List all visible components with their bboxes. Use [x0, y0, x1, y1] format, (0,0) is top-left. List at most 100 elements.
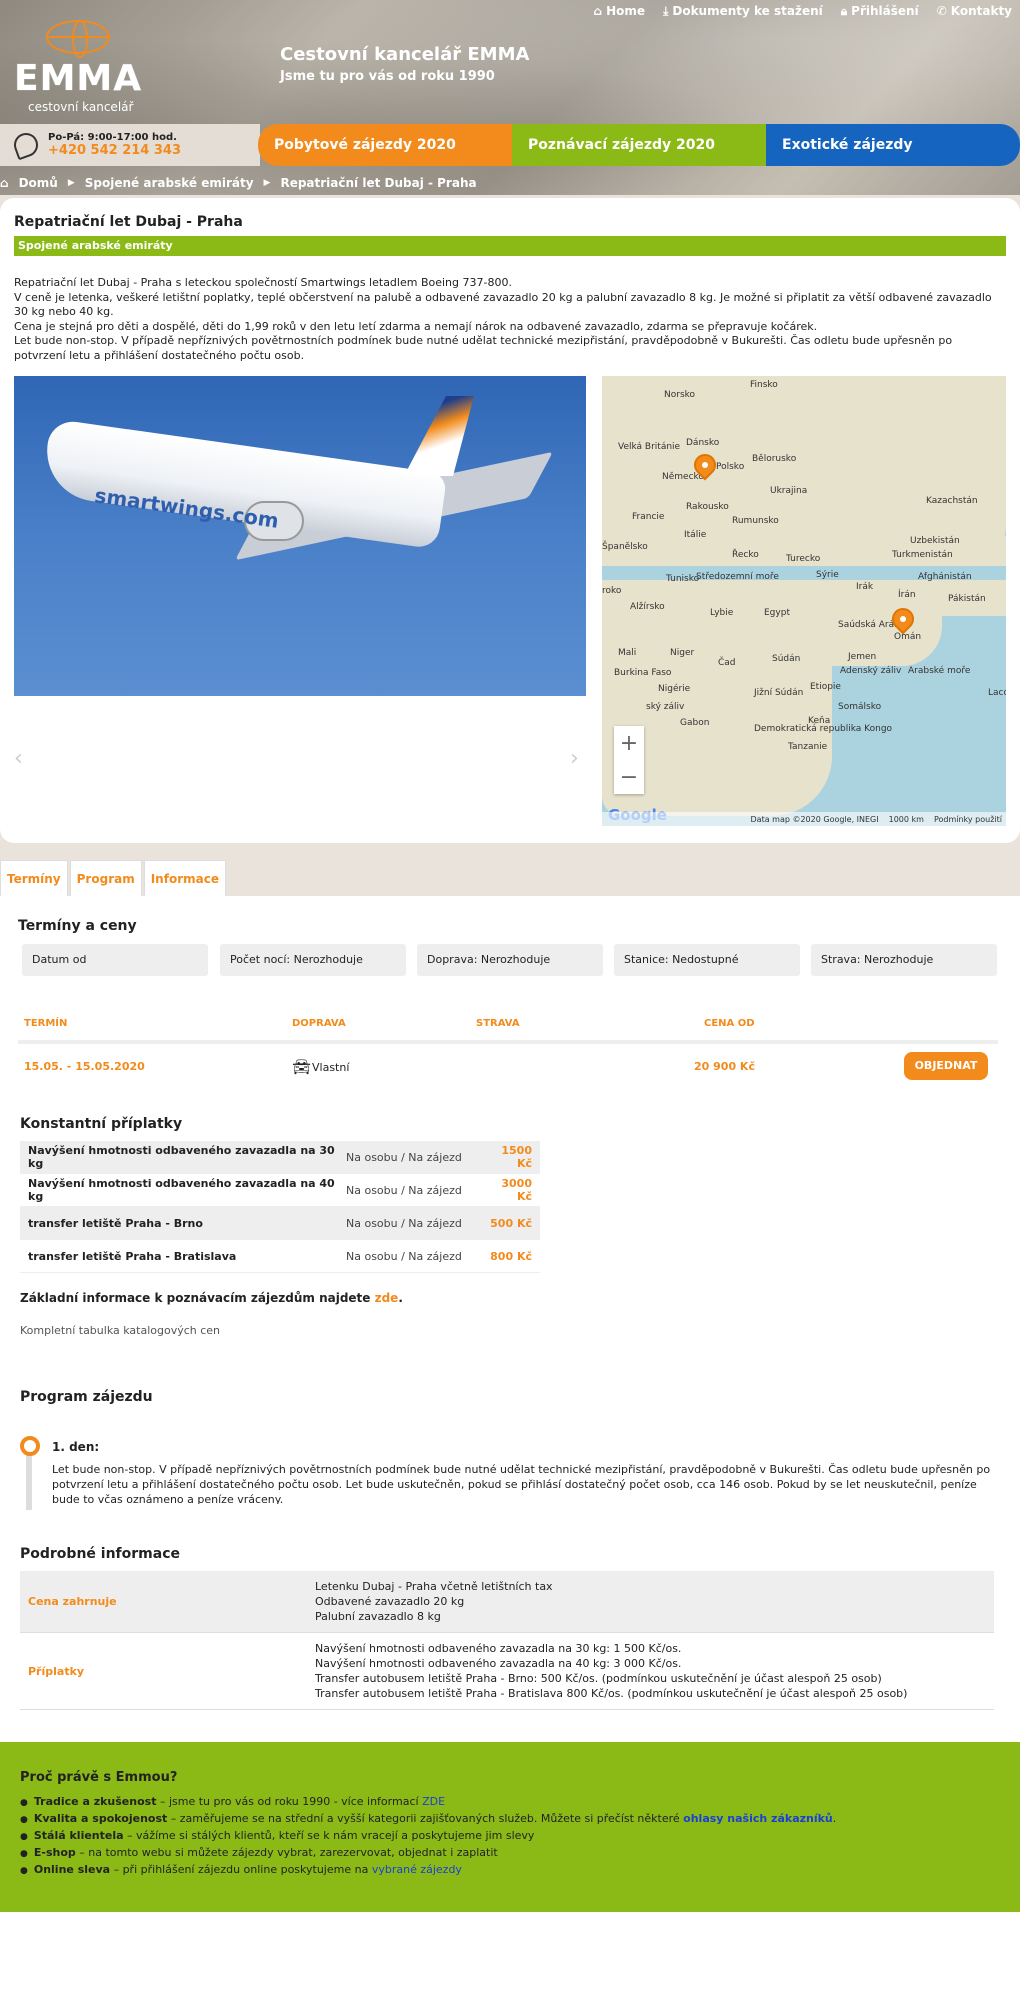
info-key: Cena zahrnuje [28, 1595, 117, 1608]
lock-icon: 🔒︎ [840, 3, 848, 18]
map-label: Demokratická republika Kongo [754, 724, 893, 734]
tab-program[interactable]: Program [69, 860, 142, 896]
tour-panel: Repatriační let Dubaj - Praha Spojené ar… [0, 198, 1020, 843]
nav-login[interactable]: 🔒︎ Přihlášení [841, 4, 919, 19]
map-label: Nigérie [658, 684, 691, 694]
nav-documents[interactable]: ⤓ Dokumenty ke stažení [663, 4, 823, 19]
map-label: Somálsko [838, 702, 882, 712]
map-terms-link[interactable]: Podmínky použití [934, 815, 1002, 824]
filter-board[interactable]: Strava: Nerozhoduje [811, 944, 997, 976]
home-icon: ⌂ [593, 4, 603, 18]
map[interactable]: Finsko Norsko Dánsko Velká Británie Bělorusk… [602, 376, 1006, 826]
map-label: Súdán [772, 654, 801, 664]
tab-info[interactable]: Informace [143, 860, 226, 896]
map-label: Gabon [680, 718, 710, 728]
surcharges-heading: Konstantní příplatky [20, 1116, 183, 1132]
surcharge-name: transfer letiště Praha - Brno [28, 1216, 203, 1230]
order-button[interactable]: OBJEDNAT [904, 1052, 988, 1080]
site-subtitle: Jsme tu pro vás od roku 1990 [280, 69, 495, 84]
table-row: 15.05. - 15.05.2020 🚘︎ Vlastní 20 900 Kč… [18, 1050, 998, 1086]
desc-line: Let bude non-stop. V případě nepříznivýc… [14, 334, 953, 362]
phone-number[interactable]: +420 542 214 343 [48, 143, 181, 158]
catalog-link[interactable]: Kompletní tabulka katalogových cen [20, 1324, 220, 1337]
breadcrumb-country[interactable]: Spojené arabské emiráty [85, 176, 254, 190]
map-label: Omán [894, 632, 922, 642]
info-line: Letenku Dubaj - Praha včetně letištních … [315, 1580, 553, 1593]
terms-table-header: TERMÍN DOPRAVA STRAVA CENA OD [18, 1018, 998, 1034]
map-label: Afghánistán [918, 572, 972, 582]
tab-terms[interactable]: Termíny [0, 860, 68, 896]
map-label: Jižní Súdán [754, 688, 804, 698]
selected-tours-link[interactable]: vybrané zájezdy [372, 1863, 462, 1876]
day-text: Let bude non-stop. V případě nepříznivýc… [52, 1463, 991, 1504]
map-label: Dánsko [686, 438, 720, 448]
main-nav: Pobytové zájezdy 2020 Poznávací zájezdy … [258, 124, 1020, 166]
map-label: Kazachstán [926, 496, 978, 506]
basic-info-text: Základní informace k poznávacím zájezdům… [20, 1291, 403, 1305]
nav-contacts[interactable]: ✆ Kontakty [937, 4, 1012, 18]
nav-stay-tours[interactable]: Pobytové zájezdy 2020 [258, 124, 512, 166]
why-us-heading: Proč právě s Emmou? [20, 1770, 178, 1785]
map-label: Burkina Faso [614, 668, 672, 678]
tour-description: Repatriační let Dubaj - Praha s leteckou… [14, 276, 1006, 363]
map-label: Turecko [786, 554, 821, 564]
map-scale: 1000 km [888, 814, 924, 824]
surcharges-table: Navýšení hmotnosti odbaveného zavazadla … [20, 1141, 540, 1273]
map-label: Mali [618, 648, 637, 658]
info-line: Transfer autobusem letiště Praha - Brati… [315, 1687, 908, 1700]
basic-info-link[interactable]: zde [375, 1291, 399, 1305]
info-line: Palubní zavazadlo 8 kg [315, 1610, 441, 1623]
surcharge-price: 500 Kč [490, 1216, 532, 1230]
filter-station[interactable]: Stanice: Nedostupné [614, 944, 800, 976]
zoom-out-button[interactable]: − [620, 765, 638, 790]
tour-photo: smartwings.com [14, 376, 586, 696]
map-label: Lacca [988, 688, 1006, 698]
nav-sightseeing-tours[interactable]: Poznávací zájezdy 2020 [512, 124, 766, 166]
surcharge-unit: Na osobu / Na zájezd [346, 1216, 462, 1230]
map-label: Bělorusko [752, 454, 797, 464]
map-label: Tunisko [666, 574, 700, 584]
info-line: Odbavené zavazadlo 20 kg [315, 1595, 465, 1608]
info-line: Navýšení hmotnosti odbaveného zavazadla … [315, 1657, 682, 1670]
table-row: Cena zahrnuje Letenku Dubaj - Praha včet… [20, 1571, 994, 1633]
map-label: Uzbekistán [910, 536, 960, 546]
zoom-in-button[interactable]: + [620, 731, 638, 756]
filter-transport[interactable]: Doprava: Nerozhoduje [417, 944, 603, 976]
breadcrumb: ⌂ Domů ▶ Spojené arabské emiráty ▶ Repat… [0, 174, 477, 192]
why-us-list: Tradice a zkušenost – jsme tu pro vás od… [20, 1794, 836, 1879]
logo-sub: cestovní kancelář [28, 100, 134, 114]
nav-home[interactable]: ⌂ Home [594, 4, 646, 18]
breadcrumb-home[interactable]: Domů [19, 176, 58, 190]
surcharge-name: transfer letiště Praha - Bratislava [28, 1249, 237, 1263]
logo[interactable]: EMMA cestovní kancelář [14, 20, 144, 115]
map-label: Velká Británie [618, 442, 681, 452]
map-label: Turkmenistán [892, 550, 953, 560]
why-us-section: Proč právě s Emmou? Tradice a zkušenost … [0, 1742, 1020, 1912]
surcharge-unit: Na osobu / Na zájezd [346, 1150, 462, 1164]
reviews-link[interactable]: ohlasy našich zákazníků [683, 1812, 833, 1825]
nav-exotic-tours[interactable]: Exotické zájezdy [766, 124, 1020, 166]
map-label: Pákistán [948, 594, 986, 604]
surcharge-price: 1500 Kč [501, 1144, 532, 1170]
table-row: Navýšení hmotnosti odbaveného zavazadla … [20, 1141, 540, 1174]
filter-nights[interactable]: Počet nocí: Nerozhoduje [220, 944, 406, 976]
breadcrumb-current[interactable]: Repatriační let Dubaj - Praha [280, 176, 476, 190]
terms-heading: Termíny a ceny [18, 918, 137, 934]
surcharge-name: Navýšení hmotnosti odbaveného zavazadla … [28, 1144, 335, 1170]
carousel-prev-icon[interactable]: ‹ [14, 746, 23, 771]
table-row: Příplatky Navýšení hmotnosti odbaveného … [20, 1633, 994, 1710]
map-zoom-control: + − [614, 726, 644, 794]
filter-date[interactable]: Datum od [22, 944, 208, 976]
map-label: Rumunsko [732, 516, 779, 526]
phone-icon [10, 129, 42, 161]
list-item: Stálá klientela – vážíme si stálých klie… [20, 1828, 836, 1845]
more-info-link[interactable]: ZDE [422, 1795, 445, 1808]
list-item: Tradice a zkušenost – jsme tu pro vás od… [20, 1794, 836, 1811]
tabs: Termíny Program Informace [0, 860, 226, 896]
logo-word: EMMA [14, 58, 143, 99]
list-item: E-shop – na tomto webu si můžete zájezdy… [20, 1845, 836, 1862]
map-footer: Data map ©2020 Google, INEGI 1000 km Pod… [602, 812, 1006, 826]
map-label: Finsko [750, 380, 778, 390]
map-label: Středozemní moře [696, 572, 779, 582]
carousel-next-icon[interactable]: › [570, 746, 579, 771]
